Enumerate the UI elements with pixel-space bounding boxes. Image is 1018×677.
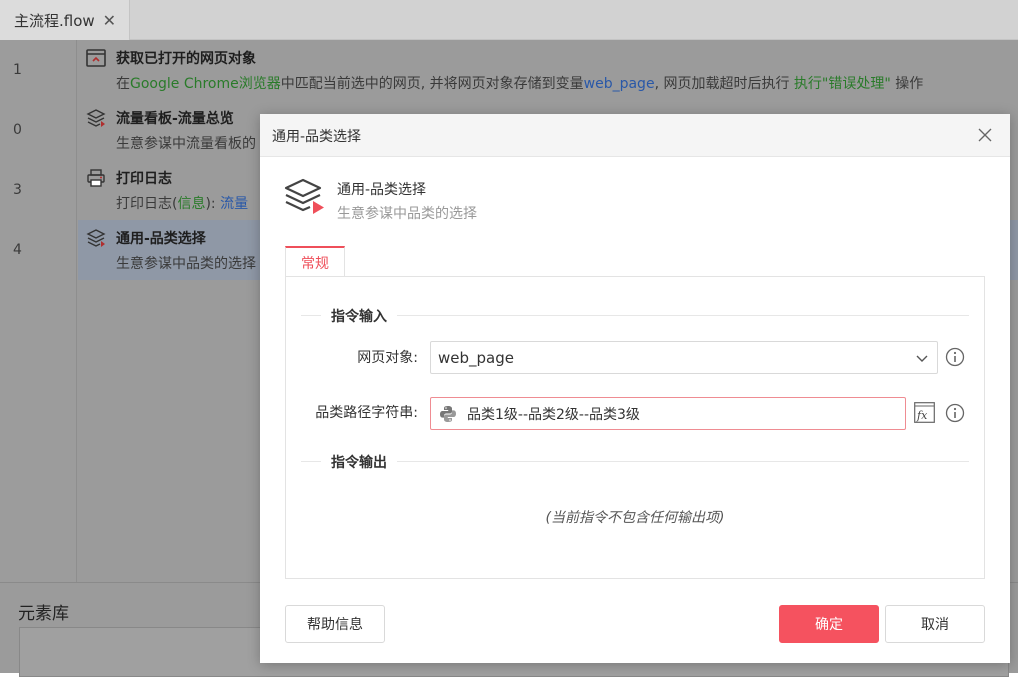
printer-icon [87,169,105,187]
section-input-title: 指令输入 [321,306,397,326]
description-segment: 操作 [890,76,924,92]
step-title: 获取已打开的网页对象 [116,51,256,67]
webpage-select[interactable]: web_page [430,341,938,374]
description-segment: 中匹配当前选中的网页, 并将网页对象存储到变量 [280,76,584,92]
no-output-note: (当前指令不包含任何输出项) [545,510,725,526]
tab-bar: 主流程.flow ✕ [0,0,1018,40]
layers-icon [86,229,106,247]
info-icon[interactable] [945,347,965,367]
category-path-value: 品类1级--品类2级--品类3级 [467,406,640,423]
expression-fx-icon[interactable]: fx [914,402,935,423]
line-number: 3 [13,182,22,198]
confirm-button[interactable]: 确定 [779,605,879,643]
info-icon[interactable] [945,403,965,423]
close-button[interactable] [974,124,996,146]
help-button[interactable]: 帮助信息 [285,605,385,643]
tab-general[interactable]: 常规 [285,246,345,277]
path-field-label: 品类路径字符串: [315,405,418,421]
layers-icon [284,178,324,214]
description-segment: , 网页加载超时后执行 [654,76,794,92]
description-segment: 生意参谋中品类的选择 [116,256,256,272]
panel-title: 元素库 [18,604,69,624]
step-description: 生意参谋中品类的选择 [116,253,256,273]
layers-icon [86,109,106,127]
dialog-header: 通用-品类选择 [260,114,1010,157]
description-segment: 执行"错误处理" [793,76,891,92]
description-segment: 生意参谋中流量看板的 [116,136,256,152]
chevron-down-icon [916,355,928,362]
step-description: 生意参谋中流量看板的 [116,133,256,153]
description-segment: Google Chrome浏览器 [130,76,281,92]
webpage-select-value: web_page [438,348,514,367]
description-segment: 信息 [177,196,206,212]
description-segment: web_page [583,76,655,92]
step-title: 通用-品类选择 [116,231,206,247]
close-icon [978,128,992,142]
description-segment: 在 [116,76,130,92]
step-title: 流量看板-流量总览 [116,111,234,127]
line-number-gutter: 1 0 3 4 [0,40,77,582]
tab-main-flow[interactable]: 主流程.flow ✕ [0,0,130,40]
command-description: 生意参谋中品类的选择 [337,206,477,222]
command-dialog: 通用-品类选择 通用-品类选择 生意参谋中品类的选择 常规 指令输入 网页对象:… [260,114,1010,663]
section-output-title: 指令输出 [321,452,397,472]
description-segment: 流量 [220,196,249,212]
description-segment: 打印日志( [116,196,178,212]
line-number: 1 [13,62,22,78]
flow-step-row[interactable]: 获取已打开的网页对象 在Google Chrome浏览器中匹配当前选中的网页, … [78,40,1018,100]
svg-text:fx: fx [916,409,928,422]
python-icon [440,406,456,422]
category-path-input[interactable]: 品类1级--品类2级--品类3级 [430,397,906,430]
step-description: 打印日志(信息): 流量 [116,193,248,213]
command-name: 通用-品类选择 [337,182,427,198]
section-output: 指令输出 [301,452,969,472]
step-description: 在Google Chrome浏览器中匹配当前选中的网页, 并将网页对象存储到变量… [116,73,923,93]
tab-title: 主流程.flow [14,11,95,30]
webpage-field-label: 网页对象: [357,350,418,366]
close-icon[interactable]: ✕ [103,11,116,30]
dialog-tabs: 常规 [285,246,985,277]
general-panel: 指令输入 网页对象: web_page 品类路径字符串: 品类1级--品类2级-… [285,276,985,579]
line-number: 0 [13,122,22,138]
browser-window-icon [86,49,106,67]
description-segment: ): [205,196,221,212]
section-input: 指令输入 [301,306,969,326]
line-number: 4 [13,242,22,258]
cancel-button[interactable]: 取消 [885,605,985,643]
dialog-title: 通用-品类选择 [272,129,362,145]
step-title: 打印日志 [116,171,172,187]
